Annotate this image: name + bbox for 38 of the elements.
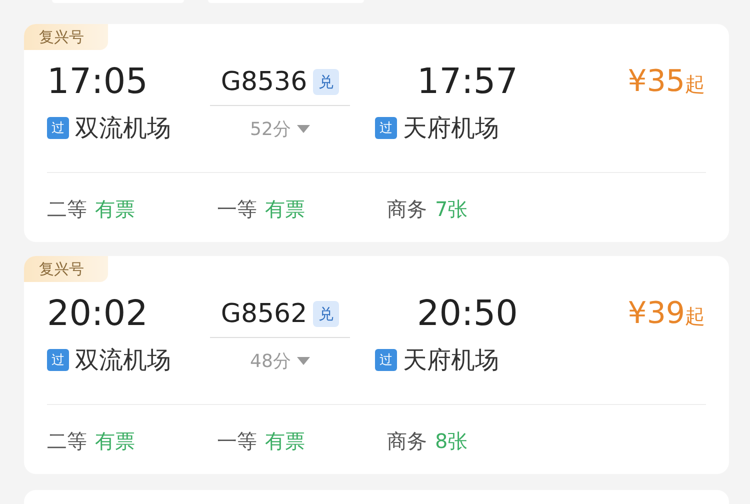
seat-class: 商务: [387, 428, 427, 455]
seat-availability: 有票: [95, 428, 135, 455]
seat-availability: 有票: [265, 428, 305, 455]
transit-badge: 过: [375, 117, 397, 139]
arrival-time: 20:50: [417, 294, 518, 334]
seat-availability: 有票: [95, 196, 135, 223]
caret-icon: [296, 357, 310, 365]
train-number[interactable]: G8536: [220, 66, 308, 98]
caret-icon: [296, 125, 310, 133]
price: ¥39: [628, 295, 685, 333]
train-card[interactable]: 复兴号 20:02 过 双流机场 G8562 兑 48分 20:50 过 天府机场 ¥39起 二等 有票 一等 有票 商务 8张: [24, 256, 729, 474]
train-type-badge: 复兴号: [24, 256, 108, 282]
departure-time: 20:02: [47, 294, 148, 334]
seat-class: 一等: [217, 428, 257, 455]
arrival-time: 17:57: [417, 62, 518, 102]
seat-class: 二等: [47, 428, 87, 455]
departure-station: 双流机场: [75, 113, 171, 143]
train-type-badge: 复兴号: [24, 24, 108, 50]
departure-station: 双流机场: [75, 345, 171, 375]
exchange-tag: 兑: [313, 301, 340, 327]
transit-badge: 过: [47, 117, 69, 139]
train-number[interactable]: G8562: [220, 298, 308, 330]
transit-badge: 过: [47, 349, 69, 371]
seat-class: 一等: [217, 196, 257, 223]
price-suffix: 起: [685, 71, 705, 98]
seat-availability: 有票: [265, 196, 305, 223]
arrival-station: 天府机场: [403, 345, 499, 375]
transit-badge: 过: [375, 349, 397, 371]
price: ¥35: [628, 63, 685, 101]
arrival-station: 天府机场: [403, 113, 499, 143]
seat-class: 二等: [47, 196, 87, 223]
departure-time: 17:05: [47, 62, 148, 102]
seat-availability: 8张: [435, 428, 468, 455]
price-suffix: 起: [685, 303, 705, 330]
train-card[interactable]: 复兴号 17:05 过 双流机场 G8536 兑 52分 17:57 过 天府机场 ¥35起 二等 有票 一等 有票 商务 7张: [24, 24, 729, 242]
exchange-tag: 兑: [313, 69, 340, 95]
seat-class: 商务: [387, 196, 427, 223]
seat-availability: 7张: [435, 196, 468, 223]
